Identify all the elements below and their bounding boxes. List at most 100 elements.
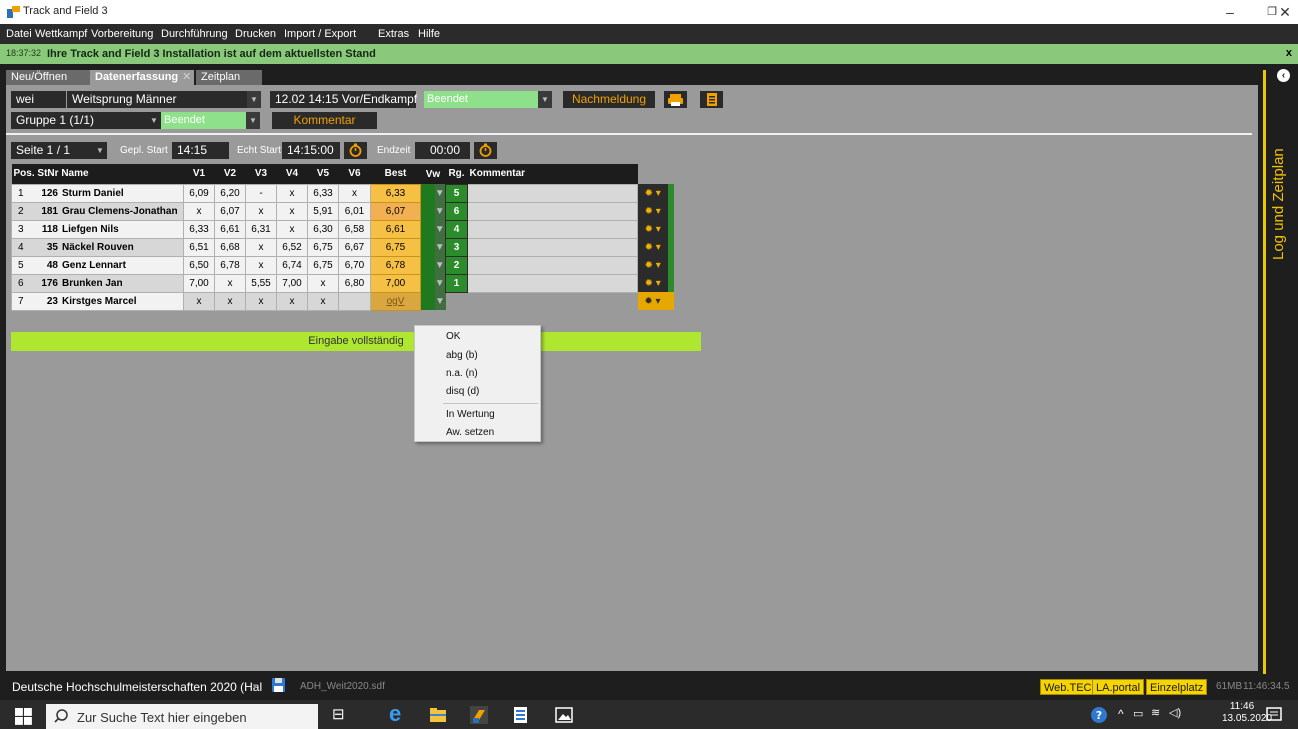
competition-name[interactable]: Deutsche Hochschulmeisterschaften 2020 (… (12, 680, 262, 694)
attempt-v3[interactable]: x (245, 201, 277, 221)
attempt-v6[interactable]: 6,58 (338, 219, 371, 239)
row-settings-button[interactable]: ✹ ▾ (637, 202, 668, 220)
vw-dropdown-icon[interactable]: ▼ (434, 184, 446, 202)
menu-import-export[interactable]: Import / Export (284, 28, 356, 40)
attempt-v5[interactable]: 6,75 (307, 237, 339, 257)
taskbar-search-box[interactable]: Zur Suche Text hier eingeben (46, 704, 318, 729)
context-menu-disq[interactable]: disq (d) (446, 386, 479, 397)
attempt-v6[interactable]: x (338, 183, 371, 203)
actual-start-field[interactable]: 14:15:00 (282, 142, 340, 159)
attempt-v4[interactable]: x (276, 291, 308, 311)
menu-datei[interactable]: Datei (6, 28, 32, 40)
row-settings-button[interactable]: ✹ ▾ (637, 220, 668, 238)
attempt-v6[interactable]: 6,70 (338, 255, 371, 275)
comment-cell[interactable] (467, 219, 638, 239)
file-explorer-icon[interactable] (429, 706, 447, 724)
attempt-v5[interactable]: 6,30 (307, 219, 339, 239)
end-time-timer-button[interactable] (474, 142, 497, 159)
attempt-v2[interactable]: 6,07 (214, 201, 246, 221)
log-panel-title[interactable]: Log und Zeitplan (1270, 148, 1287, 260)
attempt-v4[interactable]: 7,00 (276, 273, 308, 293)
attempt-v6[interactable] (338, 291, 371, 311)
notification-close-button[interactable]: x (1286, 47, 1292, 59)
row-settings-button[interactable]: ✹ ▾ (637, 256, 668, 274)
menu-hilfe[interactable]: Hilfe (418, 28, 440, 40)
attempt-v3[interactable]: x (245, 237, 277, 257)
late-entry-button[interactable]: Nachmeldung (563, 91, 655, 108)
attempt-v4[interactable]: x (276, 219, 308, 239)
row-settings-button[interactable]: ✹ ▾ (637, 238, 668, 256)
attempt-v3[interactable]: 5,55 (245, 273, 277, 293)
attempt-v2[interactable]: x (214, 291, 246, 311)
attempt-v4[interactable]: 6,52 (276, 237, 308, 257)
event-dropdown-icon[interactable]: ▼ (247, 91, 261, 108)
tab-schedule[interactable]: Zeitplan (196, 70, 262, 86)
vw-status[interactable] (420, 220, 435, 238)
attempt-v5[interactable]: x (307, 273, 339, 293)
attempt-v1[interactable]: 6,50 (183, 255, 215, 275)
menu-drucken[interactable]: Drucken (235, 28, 276, 40)
attempt-v1[interactable]: 7,00 (183, 273, 215, 293)
table-row[interactable]: 1 126 Sturm Daniel 6,09 6,20- x 6,33 x 6,33 ▼ 5 ✹ ▾ (11, 183, 674, 203)
edge-browser-icon[interactable]: e (389, 701, 401, 727)
row-settings-button[interactable]: ✹ ▾ (637, 274, 668, 292)
vw-dropdown-icon[interactable]: ▼ (434, 238, 446, 256)
table-row[interactable]: 7 23 Kirstges Marcel x x x x x ogV ▼ ✹ ▾ (11, 291, 674, 311)
close-window-button[interactable]: ✕ (1272, 0, 1298, 24)
context-menu-na[interactable]: n.a. (n) (446, 368, 478, 379)
wifi-icon[interactable]: ≋ (1151, 706, 1160, 719)
table-row[interactable]: 2 181 Grau Clemens-Jonathan x 6,07 x x 5,91 6,01… (11, 201, 674, 221)
save-icon[interactable] (272, 678, 285, 692)
tray-expand-icon[interactable]: ^ (1118, 707, 1124, 721)
attempt-v3[interactable]: x (245, 291, 277, 311)
comment-cell[interactable] (467, 183, 638, 203)
vw-status[interactable] (420, 238, 435, 256)
comment-cell[interactable] (467, 237, 638, 257)
attempt-v1[interactable]: x (183, 291, 215, 311)
attempt-v6[interactable]: 6,80 (338, 273, 371, 293)
row-settings-button[interactable]: ✹ ▾ (637, 292, 668, 310)
attempt-v2[interactable]: 6,68 (214, 237, 246, 257)
la-portal-badge[interactable]: LA.portal (1092, 679, 1145, 695)
attempt-v6[interactable]: 6,67 (338, 237, 371, 257)
group-status-dropdown-icon[interactable]: ▼ (246, 112, 260, 129)
table-row[interactable]: 6 176 Brunken Jan 7,00 x 5,55 7,00 x 6,80 7,00 ▼ 1 ✹… (11, 273, 674, 293)
attempt-v3[interactable]: - (245, 183, 277, 203)
attempt-v2[interactable]: 6,20 (214, 183, 246, 203)
vw-status[interactable] (420, 292, 435, 310)
close-tab-icon[interactable]: ✕ (182, 71, 191, 83)
single-user-badge[interactable]: Einzelplatz (1146, 679, 1208, 695)
planned-start-field[interactable]: 14:15 (172, 142, 229, 159)
session-select[interactable]: 12.02 14:15 Vor/Endkampf (270, 91, 417, 108)
context-menu-ok[interactable]: OK (446, 331, 460, 342)
minimize-button[interactable]: – (1210, 0, 1250, 24)
help-tray-icon[interactable]: ? (1090, 706, 1108, 724)
attempt-v6[interactable]: 6,01 (338, 201, 371, 221)
export-button[interactable] (700, 91, 723, 108)
competition-dropdown-icon[interactable]: ▼ (251, 682, 259, 691)
battery-icon[interactable]: ▭ (1133, 707, 1143, 720)
table-row[interactable]: 4 35 Näckel Rouven 6,51 6,68 x 6,52 6,75 6,67 6,7… (11, 237, 674, 257)
session-status-dropdown-icon[interactable]: ▼ (538, 91, 552, 108)
attempt-v1[interactable]: x (183, 201, 215, 221)
attempt-v4[interactable]: x (276, 201, 308, 221)
end-time-field[interactable]: 00:00 (415, 142, 470, 159)
table-row[interactable]: 3 118 Liefgen Nils 6,33 6,61 6,31 x 6,30 6,58 6,6… (11, 219, 674, 239)
group-dropdown-icon[interactable]: ▼ (147, 112, 161, 129)
attempt-v5[interactable]: 5,91 (307, 201, 339, 221)
vw-status[interactable] (420, 202, 435, 220)
menu-durchfuehrung[interactable]: Durchführung (161, 28, 228, 40)
volume-icon[interactable]: ◁) (1169, 706, 1181, 719)
vw-dropdown-icon[interactable]: ▼ (434, 256, 446, 274)
vw-dropdown-icon[interactable]: ▼ (434, 202, 446, 220)
group-select[interactable]: Gruppe 1 (1/1) (11, 112, 147, 129)
context-menu-aw-setzen[interactable]: Aw. setzen (446, 427, 494, 438)
vw-dropdown-icon[interactable]: ▼ (434, 292, 446, 310)
menu-extras[interactable]: Extras (378, 28, 409, 40)
page-dropdown-icon[interactable]: ▼ (93, 142, 107, 159)
attempt-v5[interactable]: 6,75 (307, 255, 339, 275)
context-menu-abg[interactable]: abg (b) (446, 350, 478, 361)
event-code-field[interactable]: wei (11, 91, 66, 108)
notes-app-icon[interactable] (512, 706, 530, 724)
attempt-v5[interactable]: 6,33 (307, 183, 339, 203)
